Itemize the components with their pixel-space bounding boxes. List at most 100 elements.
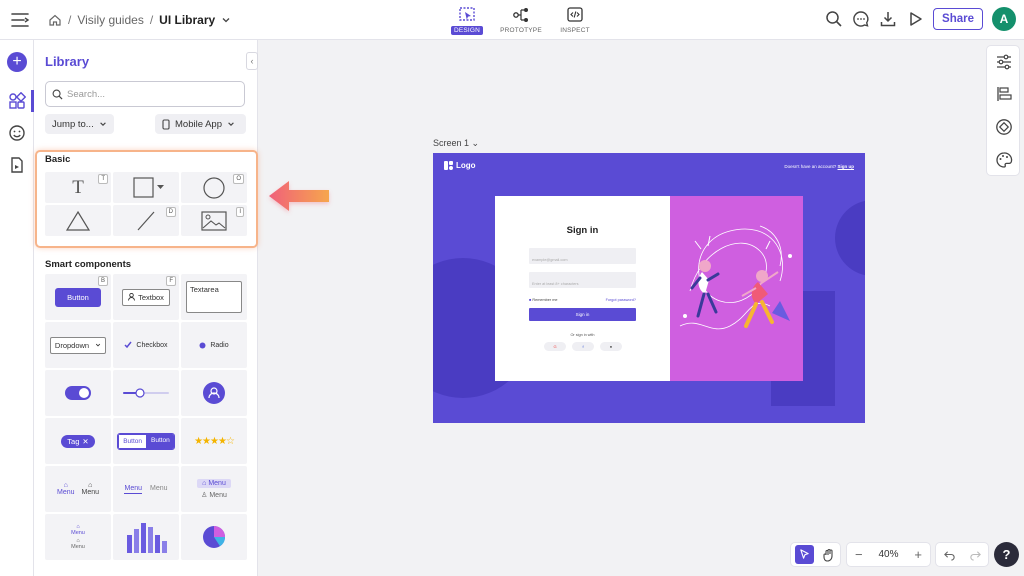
menu-icon[interactable]	[10, 10, 30, 30]
menu-item: ♙ Menu	[201, 491, 227, 499]
menu-item: ⌂ Menu	[71, 538, 85, 550]
screen-frame[interactable]: Logo Doesn't have an account? Sign up Si…	[433, 153, 865, 423]
add-button[interactable]: +	[7, 52, 27, 72]
breadcrumb-separator: /	[149, 13, 154, 27]
logo-icon	[444, 161, 453, 170]
select-tool[interactable]	[795, 545, 814, 564]
breadcrumb: / Visily guides / UI Library	[48, 11, 231, 29]
password-field[interactable]: Enter at least 8+ characters	[529, 272, 636, 288]
signin-form: Sign in Email example@gmail.com Password…	[495, 196, 670, 381]
tab-menu-preview: Menu Menu	[124, 485, 168, 494]
smart-components-title: Smart components	[45, 259, 132, 270]
library-title: Library	[45, 54, 90, 69]
file-icon[interactable]	[8, 156, 26, 174]
account-text: Doesn't have an account?	[784, 164, 837, 169]
tab-prototype[interactable]: PROTOTYPE	[500, 6, 542, 35]
avatar-component[interactable]	[181, 370, 247, 416]
radio-component[interactable]: Radio	[181, 322, 247, 368]
share-button[interactable]: Share	[933, 8, 983, 30]
tab-inspect[interactable]: INSPECT	[554, 6, 596, 35]
pie-chart-component[interactable]	[181, 514, 247, 560]
assets-icon[interactable]	[995, 118, 1013, 136]
tab-menu-component[interactable]: Menu Menu	[113, 466, 179, 512]
zoom-out-button[interactable]: −	[855, 547, 863, 562]
signup-link[interactable]: Sign up	[838, 164, 855, 169]
mode-switcher: DESIGN PROTOTYPE INSPECT	[446, 6, 596, 35]
undo-icon[interactable]	[943, 548, 956, 561]
components-icon[interactable]	[8, 92, 26, 110]
stacked-menu-component[interactable]: ⌂ Menu ⌂ Menu	[45, 514, 111, 560]
icon-menu-component[interactable]: ⌂ Menu ⌂ Menu	[45, 466, 111, 512]
signin-illustration	[670, 196, 803, 381]
shortcut-badge: F	[166, 276, 176, 286]
dropdown-component[interactable]: Dropdown	[45, 322, 111, 368]
segment-left: Button	[118, 433, 147, 449]
library-search[interactable]	[45, 81, 245, 107]
google-icon[interactable]: G	[544, 342, 566, 351]
textarea-component[interactable]: Textarea	[181, 274, 247, 320]
breadcrumb-separator: /	[68, 13, 72, 27]
account-prompt: Doesn't have an account? Sign up	[784, 164, 854, 169]
zoom-controls: − 40% +	[846, 542, 931, 567]
menu-label: Menu	[81, 489, 100, 496]
search-icon[interactable]	[825, 10, 843, 28]
checkbox-preview: Checkbox	[124, 341, 168, 349]
check-icon	[124, 341, 133, 349]
search-input[interactable]	[67, 88, 237, 100]
left-rail: +	[0, 40, 34, 576]
device-label: Mobile App	[175, 118, 223, 130]
home-icon[interactable]	[48, 13, 62, 27]
tab-prototype-label: PROTOTYPE	[500, 27, 542, 34]
avatar[interactable]: A	[992, 7, 1016, 31]
layers-align-icon[interactable]	[995, 85, 1013, 103]
zoom-level[interactable]: 40%	[878, 549, 898, 560]
comment-icon[interactable]	[852, 10, 870, 28]
tag-preview: Tag ✕	[61, 434, 95, 448]
email-field[interactable]: example@gmail.com	[529, 248, 636, 264]
tag-component[interactable]: Tag ✕	[45, 418, 111, 464]
collapse-panel-button[interactable]: ‹	[246, 52, 258, 70]
slider-icon	[123, 388, 169, 398]
slider-component[interactable]	[113, 370, 179, 416]
signin-button[interactable]: Sign in	[529, 308, 636, 321]
device-dropdown[interactable]: Mobile App	[155, 114, 246, 134]
rating-component[interactable]: ★★★★☆	[181, 418, 247, 464]
facebook-icon[interactable]: f	[572, 342, 594, 351]
menu-item: ⌂ Menu	[71, 524, 85, 536]
emoji-icon[interactable]	[8, 124, 26, 142]
radio-preview: Radio	[199, 342, 229, 349]
breadcrumb-project[interactable]: Visily guides	[77, 13, 143, 27]
jump-to-dropdown[interactable]: Jump to...	[45, 114, 114, 134]
redo-icon[interactable]	[969, 548, 982, 561]
chevron-down-icon[interactable]	[221, 15, 231, 25]
forgot-password-link[interactable]: Forgot password?	[606, 298, 636, 302]
tab-design-label: DESIGN	[450, 26, 484, 35]
button-component[interactable]: Button B	[45, 274, 111, 320]
help-button[interactable]: ?	[994, 542, 1019, 567]
home-icon: ⌂	[63, 482, 68, 489]
apple-icon[interactable]: ●	[600, 342, 622, 351]
textbox-preview: Textbox	[122, 288, 170, 306]
chevron-down-icon	[228, 122, 234, 126]
close-icon: ✕	[82, 436, 89, 446]
breadcrumb-current[interactable]: UI Library	[159, 13, 215, 27]
menu-item-active: ⌂ Menu	[197, 479, 231, 488]
sliders-icon[interactable]	[995, 53, 1013, 71]
play-icon[interactable]	[906, 10, 924, 28]
remember-checkbox[interactable]: ■ Remember me	[529, 298, 557, 302]
zoom-in-button[interactable]: +	[914, 547, 922, 562]
vertical-menu-preview: ⌂ Menu ♙ Menu	[197, 479, 231, 499]
palette-icon[interactable]	[995, 151, 1013, 169]
icon-menu-preview: ⌂ Menu ⌂ Menu	[57, 482, 99, 496]
hand-icon[interactable]	[822, 548, 836, 562]
textbox-component[interactable]: Textbox F	[113, 274, 179, 320]
checkbox-component[interactable]: Checkbox	[113, 322, 179, 368]
download-icon[interactable]	[879, 10, 897, 28]
screen-label[interactable]: Screen 1 ⌄	[433, 138, 479, 149]
bar-chart-component[interactable]	[113, 514, 179, 560]
segmented-button-component[interactable]: Button Button	[113, 418, 179, 464]
toggle-icon	[65, 386, 91, 400]
vertical-menu-component[interactable]: ⌂ Menu ♙ Menu	[181, 466, 247, 512]
toggle-component[interactable]	[45, 370, 111, 416]
tab-design[interactable]: DESIGN	[446, 6, 488, 35]
